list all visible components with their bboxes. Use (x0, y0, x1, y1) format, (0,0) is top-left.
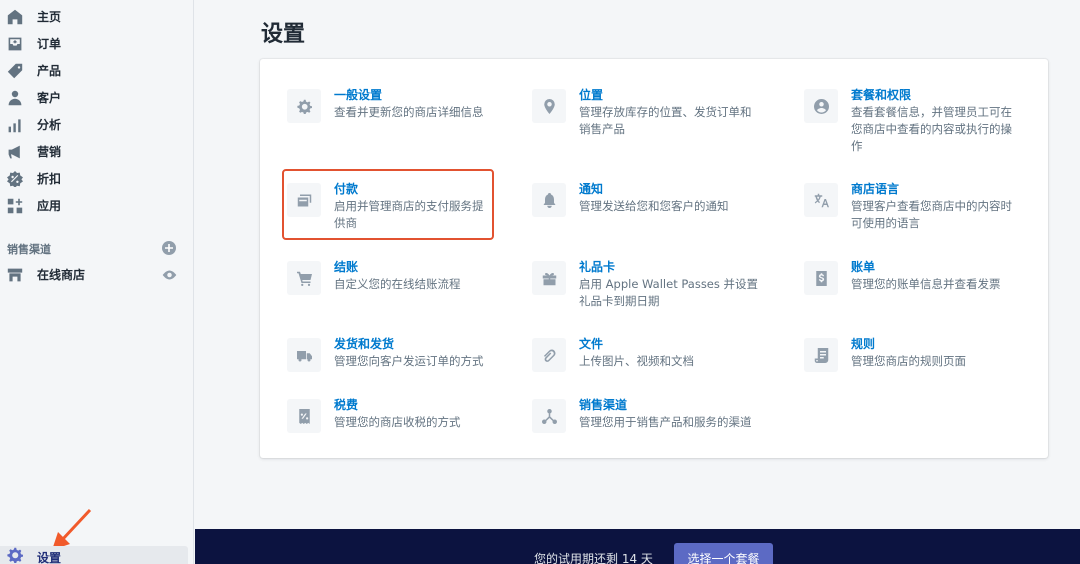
orders-icon (7, 36, 23, 52)
setting-description: 管理您商店的规则页面 (851, 354, 966, 368)
trial-banner: 您的试用期还剩 14 天 选择一个套餐 (195, 529, 1080, 564)
sidebar-item-analytics[interactable]: 分析 (0, 111, 188, 138)
setting-shipping[interactable]: 发货和发货 管理您向客户发运订单的方式 (287, 337, 484, 372)
setting-title: 规则 (851, 337, 876, 351)
sidebar-item-label: 在线商店 (37, 268, 86, 282)
highlight-box (282, 169, 494, 240)
sidebar-item-marketing[interactable]: 营销 (0, 138, 188, 165)
select-plan-button[interactable]: 选择一个套餐 (674, 543, 773, 564)
sidebar-item-label: 产品 (37, 64, 62, 78)
bell-icon (532, 183, 566, 217)
setting-description: 作 (851, 139, 863, 153)
apps-icon (7, 198, 23, 214)
setting-gift-cards[interactable]: 礼品卡 启用 Apple Wallet Passes 并设置 礼品卡到期日期 (532, 260, 759, 310)
billing-icon (804, 261, 838, 295)
cart-icon (287, 261, 321, 295)
tag-icon (7, 63, 23, 79)
setting-files[interactable]: 文件 上传图片、视频和文档 (532, 337, 694, 372)
sidebar-item-products[interactable]: 产品 (0, 57, 188, 84)
setting-sales-channels[interactable]: 销售渠道 管理您用于销售产品和服务的渠道 (532, 398, 752, 433)
view-store-button[interactable] (161, 268, 177, 282)
sidebar-item-label: 营销 (37, 145, 62, 159)
sidebar: 主页 订单 产品 客户 分析 营销 折扣 应用 销售渠道 在线商店 设置 (0, 0, 194, 564)
account-icon (804, 89, 838, 123)
setting-title: 税费 (334, 398, 359, 412)
sidebar-item-discounts[interactable]: 折扣 (0, 165, 188, 192)
setting-notifications[interactable]: 通知 管理发送给您和您客户的通知 (532, 182, 729, 217)
setting-description: 管理您向客户发运订单的方式 (334, 354, 484, 368)
setting-checkout[interactable]: 结账 自定义您的在线结账流程 (287, 260, 461, 295)
setting-description: 管理您的账单信息并查看发票 (851, 277, 1001, 291)
setting-title: 销售渠道 (579, 398, 628, 412)
setting-description: 上传图片、视频和文档 (579, 354, 694, 368)
sidebar-item-label: 主页 (37, 10, 62, 24)
setting-title: 通知 (579, 182, 604, 196)
sidebar-item-orders[interactable]: 订单 (0, 30, 188, 57)
setting-description: 管理您用于销售产品和服务的渠道 (579, 415, 752, 429)
setting-title: 位置 (579, 88, 604, 102)
sidebar-item-apps[interactable]: 应用 (0, 192, 188, 219)
sidebar-item-label: 分析 (37, 118, 62, 132)
home-icon (7, 9, 23, 25)
gear-icon (287, 89, 321, 123)
setting-title: 商店语言 (851, 182, 900, 196)
setting-description: 管理您的商店收税的方式 (334, 415, 461, 429)
setting-title: 账单 (851, 260, 876, 274)
store-icon (7, 267, 23, 283)
setting-store-languages[interactable]: 商店语言 管理客户查看您商店中的内容时 可使用的语言 (804, 182, 1012, 232)
setting-description: 管理发送给您和您客户的通知 (579, 199, 729, 213)
sidebar-item-settings[interactable]: 设置 (0, 546, 188, 564)
setting-description: 销售产品 (579, 122, 625, 136)
sidebar-item-label: 设置 (37, 550, 62, 564)
setting-policies[interactable]: 规则 管理您商店的规则页面 (804, 337, 966, 372)
sidebar-item-label: 订单 (37, 37, 62, 51)
tax-icon (287, 399, 321, 433)
setting-taxes[interactable]: 税费 管理您的商店收税的方式 (287, 398, 461, 433)
gear-icon (7, 547, 24, 564)
truck-icon (287, 338, 321, 372)
location-pin-icon (532, 89, 566, 123)
setting-general[interactable]: 一般设置 查看并更新您的商店详细信息 (287, 88, 484, 123)
translate-icon (804, 183, 838, 217)
setting-title: 结账 (334, 260, 359, 274)
setting-title: 一般设置 (334, 88, 383, 102)
setting-description: 您商店中查看的内容或执行的操 (851, 122, 1012, 136)
setting-description: 自定义您的在线结账流程 (334, 277, 461, 291)
setting-billing[interactable]: 账单 管理您的账单信息并查看发票 (804, 260, 1001, 295)
sales-channels-heading: 销售渠道 (7, 243, 51, 256)
eye-icon (162, 270, 176, 280)
add-channel-button[interactable] (162, 241, 176, 255)
setting-description: 启用 Apple Wallet Passes 并设置 (579, 277, 759, 291)
gift-icon (532, 261, 566, 295)
discount-icon (7, 170, 23, 187)
sidebar-item-online-store[interactable]: 在线商店 (0, 261, 188, 288)
paperclip-icon (532, 338, 566, 372)
setting-title: 发货和发货 (334, 337, 395, 351)
sidebar-item-home[interactable]: 主页 (0, 3, 188, 30)
trial-text: 您的试用期还剩 14 天 (534, 552, 653, 564)
setting-description: 查看并更新您的商店详细信息 (334, 105, 484, 119)
setting-description: 礼品卡到期日期 (579, 294, 660, 308)
setting-title: 礼品卡 (579, 260, 616, 274)
setting-description: 管理存放库存的位置、发货订单和 (579, 105, 752, 119)
sidebar-item-customers[interactable]: 客户 (0, 84, 188, 111)
setting-locations[interactable]: 位置 管理存放库存的位置、发货订单和 销售产品 (532, 88, 752, 138)
analytics-icon (7, 117, 23, 133)
setting-description: 可使用的语言 (851, 216, 920, 230)
customer-icon (7, 90, 23, 106)
setting-description: 管理客户查看您商店中的内容时 (851, 199, 1012, 213)
policy-icon (804, 338, 838, 372)
sidebar-item-label: 折扣 (37, 172, 62, 186)
channels-icon (532, 399, 566, 433)
page-title: 设置 (261, 22, 306, 47)
sidebar-item-label: 客户 (37, 91, 62, 105)
setting-plan-permissions[interactable]: 套餐和权限 查看套餐信息，并管理员工可在 您商店中查看的内容或执行的操 作 (804, 88, 1012, 155)
sidebar-item-label: 应用 (37, 199, 62, 213)
setting-title: 文件 (579, 337, 604, 351)
setting-description: 查看套餐信息，并管理员工可在 (851, 105, 1012, 119)
plus-icon (165, 244, 173, 252)
megaphone-icon (7, 144, 23, 160)
setting-title: 套餐和权限 (851, 88, 912, 102)
